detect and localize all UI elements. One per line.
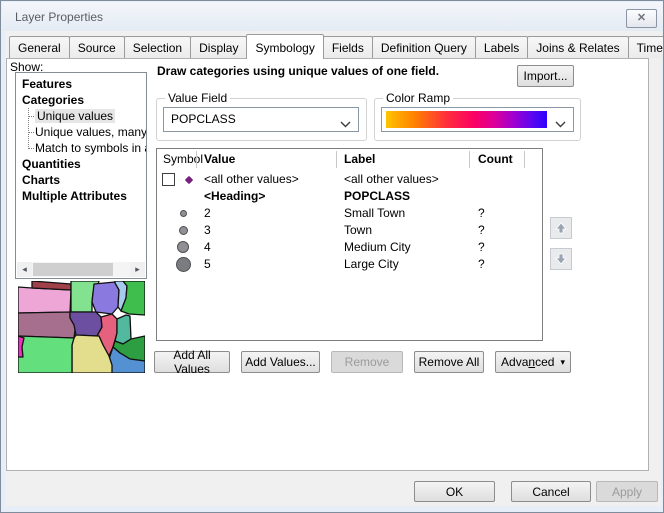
graduated-circle-symbol[interactable]	[179, 226, 188, 235]
tree-item-unique-values[interactable]: Unique values	[16, 108, 146, 124]
column-divider	[196, 151, 197, 168]
column-header-value: Value	[204, 152, 235, 166]
label-cell: Town	[344, 222, 372, 239]
chevron-down-icon	[340, 117, 351, 131]
all-other-values-symbol[interactable]	[185, 176, 193, 184]
tab-strip: General Source Selection Display Symbolo…	[9, 36, 664, 59]
count-cell: ?	[478, 256, 485, 273]
remove-all-button[interactable]: Remove All	[414, 351, 484, 373]
value-field-combobox[interactable]: POPCLASS	[163, 107, 359, 132]
add-all-values-button[interactable]: Add All Values	[154, 351, 230, 373]
count-cell: ?	[478, 205, 485, 222]
count-cell: ?	[478, 222, 485, 239]
value-field-selected: POPCLASS	[171, 108, 236, 131]
layer-preview-map	[18, 281, 145, 373]
tree-item-categories[interactable]: Categories	[16, 92, 146, 108]
advanced-button[interactable]: Advanced ▾	[495, 351, 571, 373]
draw-categories-instruction: Draw categories using unique values of o…	[157, 64, 439, 78]
tree-item-quantities[interactable]: Quantities	[16, 156, 146, 172]
graduated-circle-symbol[interactable]	[180, 210, 187, 217]
close-icon: ✕	[637, 12, 646, 24]
column-divider	[336, 151, 337, 168]
column-divider	[524, 151, 525, 168]
value-cell: 2	[204, 205, 211, 222]
color-ramp-combobox[interactable]	[381, 107, 574, 132]
tab-general[interactable]: General	[9, 36, 70, 58]
close-button[interactable]: ✕	[626, 9, 657, 28]
value-cell: 3	[204, 222, 211, 239]
remove-button: Remove	[331, 351, 403, 373]
scrollbar-thumb[interactable]	[33, 263, 113, 276]
tree-horizontal-scrollbar[interactable]: ◂ ▸	[17, 262, 145, 277]
table-row[interactable]: 3 Town ?	[157, 222, 542, 239]
label-cell: Small Town	[344, 205, 405, 222]
column-header-label: Label	[344, 152, 375, 166]
down-arrow-icon	[554, 252, 568, 266]
label-cell: <all other values>	[344, 171, 439, 188]
tab-symbology[interactable]: Symbology	[246, 34, 323, 59]
import-button[interactable]: Import...	[517, 65, 574, 87]
tab-joins-relates[interactable]: Joins & Relates	[527, 36, 628, 58]
color-ramp-label: Color Ramp	[383, 91, 453, 105]
chevron-down-icon	[555, 117, 566, 131]
layer-properties-dialog: Layer Properties ✕ General Source Select…	[0, 0, 664, 513]
table-row-heading[interactable]: <Heading> POPCLASS	[157, 188, 542, 205]
tree-item-charts[interactable]: Charts	[16, 172, 146, 188]
dropdown-arrow-icon: ▾	[560, 357, 565, 368]
graduated-circle-symbol[interactable]	[176, 257, 191, 272]
show-tree: Features Categories Unique values Unique…	[15, 72, 147, 279]
tree-item-features[interactable]: Features	[16, 76, 146, 92]
tree-item-unique-values-many[interactable]: Unique values, many	[16, 124, 146, 140]
color-ramp-swatch	[386, 111, 547, 128]
value-cell: <Heading>	[204, 188, 265, 205]
tree-item-match-to-symbols[interactable]: Match to symbols in a	[16, 140, 146, 156]
tab-source[interactable]: Source	[69, 36, 125, 58]
cancel-button[interactable]: Cancel	[511, 481, 591, 502]
scroll-left-icon[interactable]: ◂	[17, 262, 32, 277]
ok-button[interactable]: OK	[414, 481, 495, 502]
label-cell: Large City	[344, 256, 399, 273]
unique-values-table: Symbol Value Label Count <all other valu…	[156, 148, 543, 341]
all-other-values-checkbox[interactable]	[162, 173, 175, 186]
tab-selection[interactable]: Selection	[124, 36, 191, 58]
scroll-right-icon[interactable]: ▸	[130, 262, 145, 277]
window-title: Layer Properties	[15, 10, 103, 24]
add-values-button[interactable]: Add Values...	[241, 351, 320, 373]
graduated-circle-symbol[interactable]	[177, 241, 189, 253]
tab-definition-query[interactable]: Definition Query	[372, 36, 476, 58]
value-cell: <all other values>	[204, 171, 299, 188]
column-header-count: Count	[478, 152, 513, 166]
tab-labels[interactable]: Labels	[475, 36, 528, 58]
tree-item-multiple-attributes[interactable]: Multiple Attributes	[16, 188, 146, 204]
move-up-button[interactable]	[550, 217, 572, 239]
tab-time[interactable]: Time	[628, 36, 664, 58]
apply-button: Apply	[596, 481, 658, 502]
column-header-symbol: Symbol	[163, 152, 203, 166]
move-down-button[interactable]	[550, 248, 572, 270]
title-bar[interactable]: Layer Properties ✕	[2, 2, 664, 31]
value-cell: 4	[204, 239, 211, 256]
tab-fields[interactable]: Fields	[323, 36, 373, 58]
table-row[interactable]: 5 Large City ?	[157, 256, 542, 273]
value-cell: 5	[204, 256, 211, 273]
column-divider	[469, 151, 470, 168]
label-cell: Medium City	[344, 239, 411, 256]
table-row[interactable]: 2 Small Town ?	[157, 205, 542, 222]
count-cell: ?	[478, 239, 485, 256]
value-field-label: Value Field	[165, 91, 230, 105]
up-arrow-icon	[554, 221, 568, 235]
tab-display[interactable]: Display	[190, 36, 247, 58]
table-row[interactable]: <all other values> <all other values>	[157, 171, 542, 188]
table-row[interactable]: 4 Medium City ?	[157, 239, 542, 256]
label-cell: POPCLASS	[344, 188, 410, 205]
